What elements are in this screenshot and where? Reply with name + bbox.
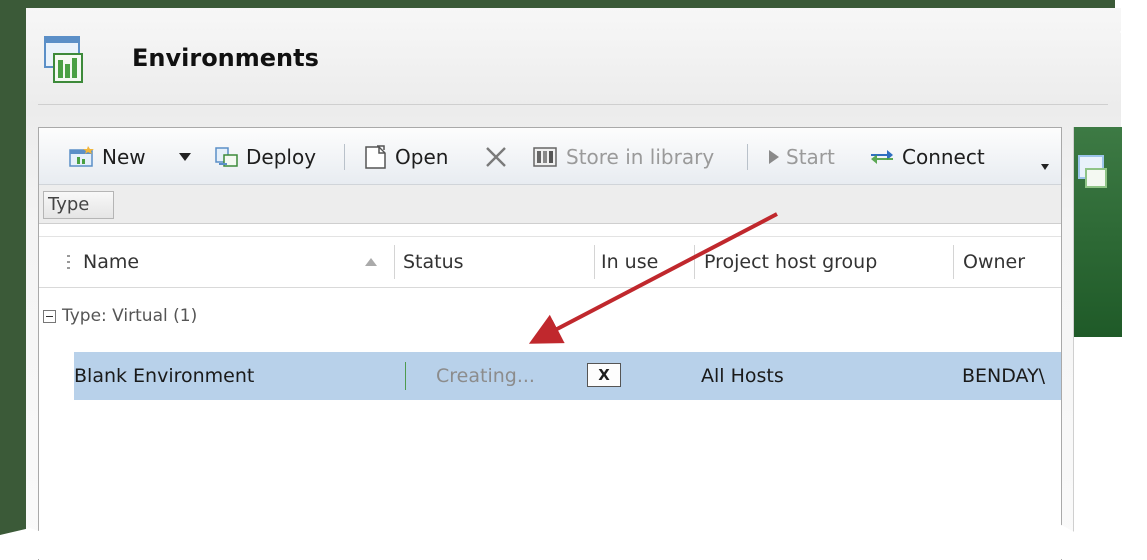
page-header: Environments (26, 8, 1121, 106)
window-frame-left (0, 0, 26, 559)
column-status[interactable]: Status (403, 237, 464, 287)
deploy-button[interactable]: Deploy (215, 142, 316, 172)
column-in-use[interactable]: In use (601, 237, 658, 287)
group-by-chip[interactable]: Type (43, 191, 115, 219)
environments-window: Environments New Deploy Open Store in li… (26, 8, 1122, 560)
delete-icon (486, 147, 506, 167)
new-dropdown-arrow[interactable] (179, 142, 191, 172)
collapse-icon[interactable] (43, 309, 56, 323)
store-in-library-label: Store in library (566, 145, 715, 169)
cell-status: Creating... (436, 365, 535, 387)
open-label: Open (395, 145, 449, 169)
column-separator[interactable] (594, 245, 595, 279)
group-by-bar: Type (39, 185, 1061, 224)
cell-name: Blank Environment (74, 365, 255, 387)
chevron-down-icon (1041, 164, 1049, 170)
group-header-row[interactable]: Type: Virtual (1) (39, 296, 1061, 336)
column-separator[interactable] (953, 245, 954, 279)
column-separator[interactable] (694, 245, 695, 279)
details-pane-header (1074, 127, 1122, 337)
deploy-icon (215, 147, 238, 167)
start-button[interactable]: Start (769, 142, 835, 172)
deploy-label: Deploy (246, 145, 317, 169)
grip-icon (67, 255, 70, 269)
connect-label: Connect (902, 145, 985, 169)
chevron-down-icon (179, 153, 191, 161)
header-divider (38, 104, 1108, 105)
store-in-library-button[interactable]: Store in library (533, 142, 714, 172)
column-owner[interactable]: Owner (963, 237, 1025, 287)
column-project-host-group[interactable]: Project host group (704, 237, 877, 287)
cancel-create-button[interactable]: X (587, 363, 621, 387)
toolbar-overflow[interactable] (1041, 152, 1049, 182)
table-row[interactable]: Blank Environment Creating... X All Host… (74, 352, 1061, 400)
page-title: Environments (132, 44, 319, 72)
delete-button[interactable] (484, 142, 508, 172)
connect-button[interactable]: Connect (869, 142, 985, 172)
sort-ascending-icon (365, 237, 377, 287)
toolbar-separator (747, 144, 748, 170)
environments-panel: New Deploy Open Store in library Start C… (38, 127, 1062, 560)
start-icon (769, 150, 779, 164)
group-label: Type: Virtual (1) (62, 306, 198, 326)
open-button[interactable]: Open (364, 142, 448, 172)
window-frame-top (0, 0, 1115, 8)
new-button[interactable]: New (69, 142, 146, 172)
column-grip[interactable] (67, 237, 71, 287)
store-library-icon (533, 147, 557, 167)
open-icon (365, 145, 386, 169)
column-header-row: Name Status In use Project host group Ow… (39, 236, 1061, 288)
details-pane (1073, 127, 1122, 559)
new-label: New (102, 145, 146, 169)
column-name[interactable]: Name (83, 237, 139, 287)
column-separator[interactable] (394, 245, 395, 279)
new-icon (69, 146, 94, 167)
toolbar: New Deploy Open Store in library Start C… (39, 128, 1061, 185)
start-label: Start (786, 145, 835, 169)
cell-project-host-group: All Hosts (701, 365, 784, 387)
status-indicator (405, 362, 406, 390)
environments-icon (44, 36, 83, 83)
cell-owner: BENDAY\ (962, 365, 1046, 387)
connect-icon (871, 150, 893, 164)
toolbar-separator (344, 144, 345, 170)
environments-icon (1078, 155, 1107, 188)
